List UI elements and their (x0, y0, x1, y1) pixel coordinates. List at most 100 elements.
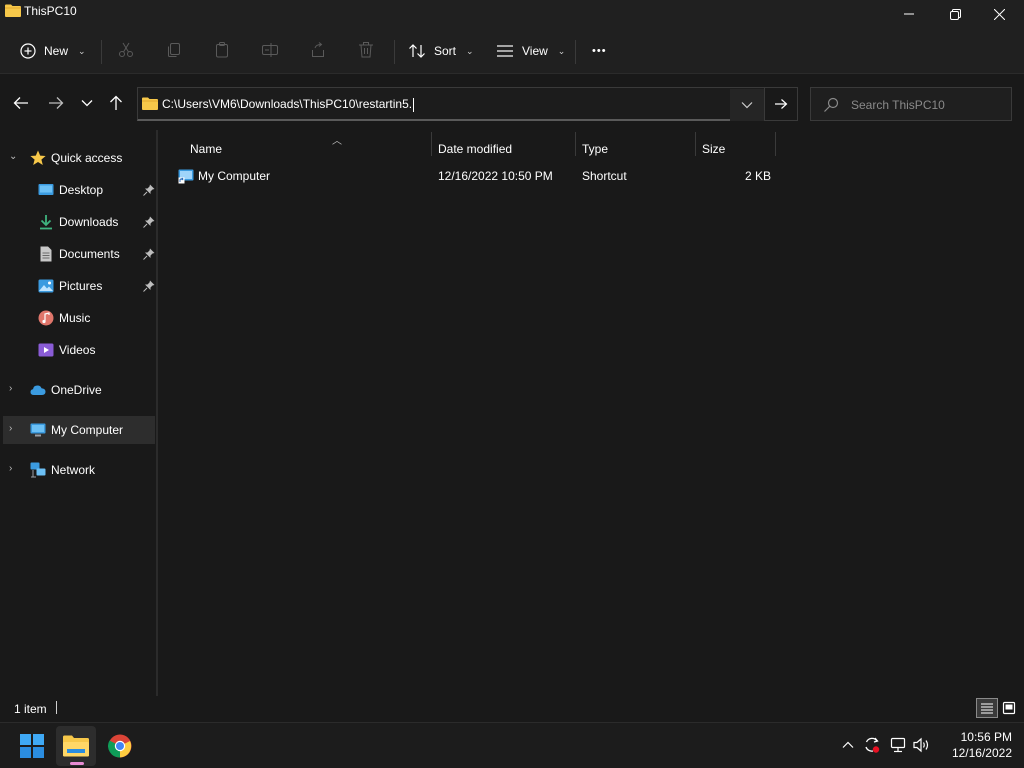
forward-button[interactable] (45, 92, 67, 114)
chevron-down-icon: ⌄ (557, 45, 566, 56)
sidebar-item-label: Pictures (59, 279, 103, 293)
copy-button[interactable] (164, 40, 184, 60)
sidebar-item-label: Downloads (59, 215, 119, 229)
pin-icon[interactable] (143, 248, 155, 260)
pin-icon[interactable] (143, 184, 155, 196)
volume-button[interactable] (912, 735, 932, 755)
sidebar-item-quick-access[interactable]: ⌄ Quick access (3, 144, 155, 172)
details-view-button[interactable] (976, 698, 998, 718)
sidebar-item-music[interactable]: Music (3, 304, 155, 332)
sidebar-item-label: My Computer (51, 423, 124, 437)
close-button[interactable] (976, 0, 1022, 28)
sort-button[interactable]: Sort ⌄ (408, 36, 474, 66)
sidebar-item-label: Quick access (51, 151, 123, 165)
column-divider[interactable] (775, 132, 776, 156)
address-path[interactable]: C:\Users\VM6\Downloads\ThisPC10\restarti… (162, 97, 415, 112)
delete-button[interactable] (356, 40, 376, 60)
back-button[interactable] (10, 92, 32, 114)
view-lines-icon (497, 45, 513, 57)
chevron-down-icon[interactable]: ⌄ (9, 151, 17, 162)
network-icon (30, 462, 46, 478)
clock-date: 12/16/2022 (951, 746, 1012, 760)
video-icon (38, 343, 54, 357)
pin-icon[interactable] (143, 216, 155, 228)
go-button[interactable] (764, 87, 798, 121)
sidebar-item-desktop[interactable]: Desktop (3, 176, 155, 204)
sidebar-item-label: Videos (59, 343, 96, 357)
address-row: C:\Users\VM6\Downloads\ThisPC10\restarti… (0, 74, 1024, 130)
chevron-down-icon (81, 100, 93, 107)
ethernet-icon (890, 737, 906, 753)
large-icons-view-button[interactable] (998, 698, 1020, 718)
sync-status-button[interactable] (862, 735, 882, 755)
network-status-button[interactable] (888, 735, 908, 755)
chevron-right-icon[interactable]: › (9, 383, 12, 394)
taskbar-file-explorer[interactable] (56, 726, 96, 766)
file-row[interactable]: My Computer 12/16/2022 10:50 PM Shortcut… (170, 163, 790, 189)
command-bar: New ⌄ Sort ⌄ View ⌄ ••• (0, 28, 1024, 74)
column-divider[interactable] (575, 132, 576, 156)
arrow-left-icon (13, 97, 28, 109)
address-bar[interactable]: C:\Users\VM6\Downloads\ThisPC10\restarti… (137, 87, 765, 121)
show-hidden-icons-button[interactable] (838, 735, 858, 755)
file-explorer-icon (63, 735, 89, 757)
column-divider[interactable] (431, 132, 432, 156)
download-icon (40, 215, 52, 230)
sidebar-item-videos[interactable]: Videos (3, 336, 155, 364)
navigation-pane: ⌄ Quick access Desktop Downloads Documen… (0, 130, 158, 696)
text-cursor (413, 97, 415, 112)
file-list: ︿ Name Date modified Type Size My Comput… (160, 130, 1024, 696)
column-header-name[interactable]: ︿ Name (190, 134, 430, 164)
chevron-down-icon: ⌄ (78, 45, 86, 56)
sidebar-item-label: Network (51, 463, 96, 477)
shortcut-computer-icon (178, 169, 194, 184)
sidebar-item-documents[interactable]: Documents (3, 240, 155, 268)
sidebar-item-label: Desktop (59, 183, 104, 197)
search-icon (824, 97, 839, 112)
sidebar-item-network[interactable]: › Network (3, 456, 155, 484)
recent-locations-button[interactable] (76, 92, 98, 114)
new-button[interactable]: New ⌄ (20, 36, 86, 66)
file-date-modified: 12/16/2022 10:50 PM (438, 169, 553, 183)
search-placeholder: Search ThisPC10 (851, 98, 945, 112)
sidebar-item-downloads[interactable]: Downloads (3, 208, 155, 236)
arrow-up-icon (110, 95, 122, 110)
sidebar-item-label: Music (59, 311, 91, 325)
window-title: ThisPC10 (24, 4, 77, 18)
taskbar: 10:56 PM 12/16/2022 (0, 722, 1024, 768)
music-icon (38, 310, 54, 326)
chevron-right-icon[interactable]: › (9, 463, 12, 474)
sidebar-item-onedrive[interactable]: › OneDrive (3, 376, 155, 404)
view-button[interactable]: View ⌄ (496, 36, 565, 66)
plus-circle-icon (20, 43, 36, 59)
clock[interactable]: 10:56 PM 12/16/2022 (938, 729, 1012, 761)
see-more-button[interactable]: ••• (592, 36, 607, 66)
column-header-size[interactable]: Size (702, 134, 772, 164)
copy-icon (168, 43, 180, 57)
sidebar-item-pictures[interactable]: Pictures (3, 272, 155, 300)
chevron-right-icon[interactable]: › (9, 423, 12, 434)
taskbar-chrome[interactable] (100, 726, 140, 766)
chevron-up-icon (842, 741, 854, 748)
address-history-button[interactable] (730, 89, 764, 121)
pin-icon[interactable] (143, 280, 155, 292)
restore-button[interactable] (932, 0, 978, 28)
new-label: New (44, 44, 69, 58)
share-button[interactable] (308, 40, 328, 60)
minimize-button[interactable] (886, 0, 932, 28)
more-dots-icon: ••• (592, 45, 607, 57)
column-header-type[interactable]: Type (582, 134, 694, 164)
search-box[interactable]: Search ThisPC10 (810, 87, 1012, 121)
cut-button[interactable] (116, 40, 136, 60)
up-button[interactable] (105, 92, 127, 114)
sort-label: Sort (434, 44, 457, 58)
start-button[interactable] (12, 726, 52, 766)
details-view-icon (981, 703, 993, 714)
column-divider[interactable] (695, 132, 696, 156)
rename-button[interactable] (260, 40, 280, 60)
sidebar-item-my-computer[interactable]: › My Computer (3, 416, 155, 444)
column-header-date-modified[interactable]: Date modified (438, 134, 574, 164)
trash-icon (359, 42, 373, 58)
paste-button[interactable] (212, 40, 232, 60)
view-label: View (522, 44, 548, 58)
